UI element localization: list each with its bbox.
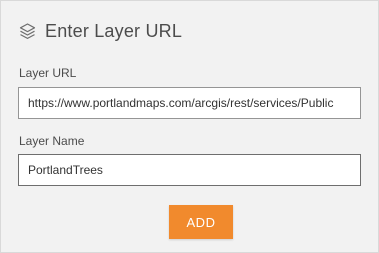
enter-layer-url-panel: Enter Layer URL Layer URL Layer Name ADD bbox=[0, 0, 379, 253]
layer-name-label: Layer Name bbox=[19, 134, 85, 148]
add-button[interactable]: ADD bbox=[169, 205, 233, 239]
layer-url-input[interactable] bbox=[18, 87, 361, 119]
panel-header: Enter Layer URL bbox=[18, 20, 182, 42]
layer-url-label: Layer URL bbox=[19, 66, 77, 80]
panel-title: Enter Layer URL bbox=[45, 20, 183, 41]
layer-name-input[interactable] bbox=[18, 154, 361, 186]
layers-icon bbox=[18, 22, 37, 41]
